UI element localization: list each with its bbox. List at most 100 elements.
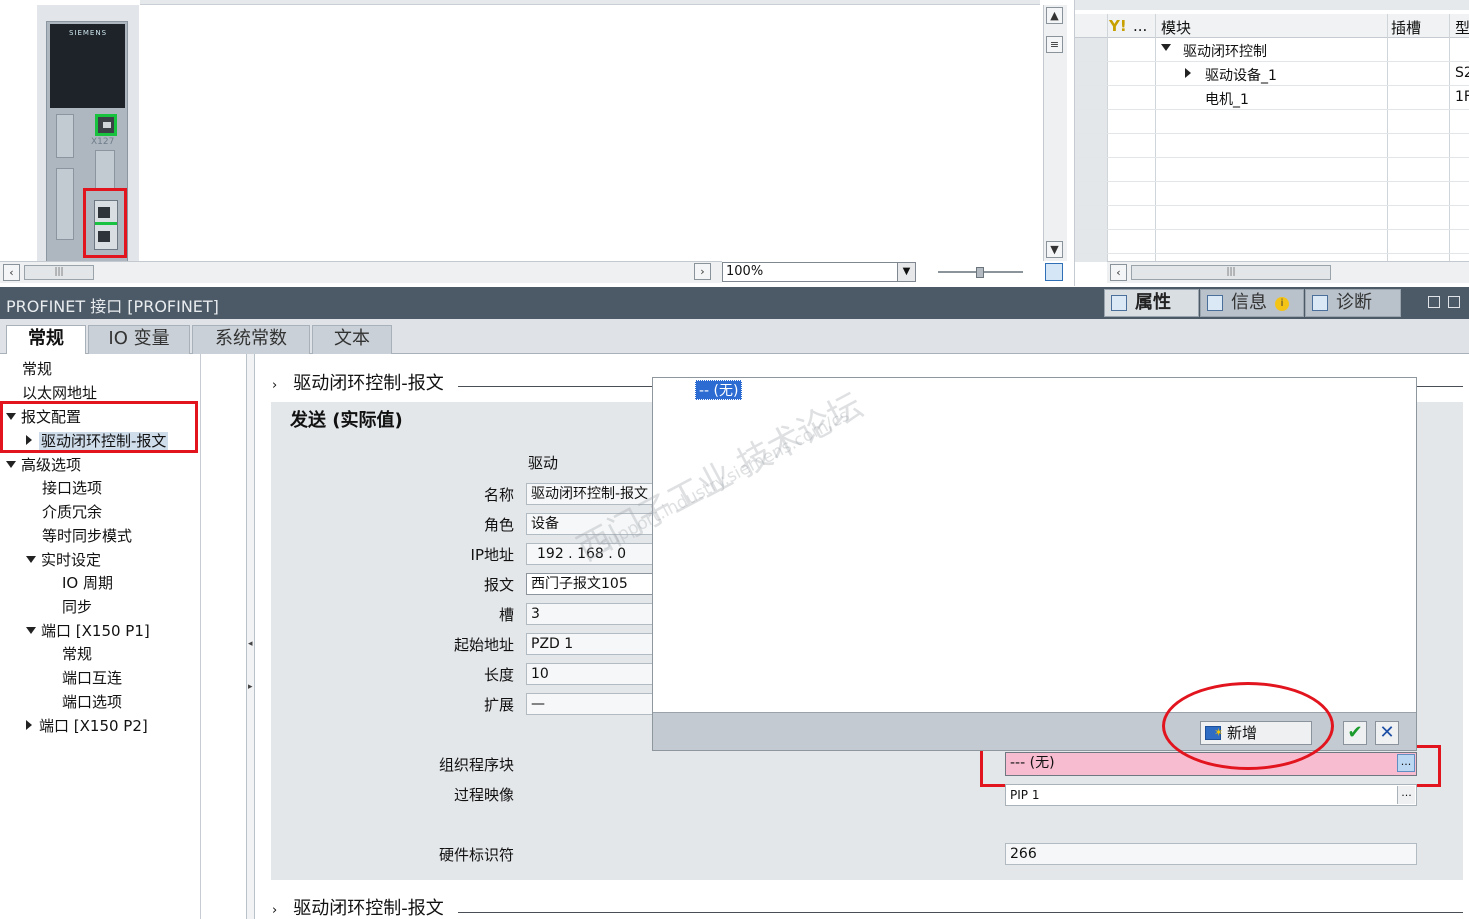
tab-system-constants[interactable]: 系统常数 — [192, 325, 310, 354]
collapse-icon[interactable] — [26, 556, 36, 563]
zoom-slider-knob[interactable] — [976, 267, 984, 278]
extension-field[interactable]: — — [526, 693, 666, 715]
device-overview: Y! ... 模块 插槽 型 驱动闭环控制 驱动设备_1 S2 电机_1 1F … — [1074, 0, 1469, 286]
port-x127-label: X127 — [91, 137, 115, 147]
scroll-thumb[interactable]: ||| — [1131, 265, 1331, 280]
device-slot — [56, 168, 74, 240]
property-tabs: 常规 IO 变量 系统常数 文本 — [0, 319, 1469, 355]
nav-item-port-p1[interactable]: 端口 [X150 P1] — [26, 620, 150, 641]
cancel-button[interactable]: ✕ — [1375, 721, 1399, 745]
section-header[interactable]: › 驱动闭环控制-报文 — [272, 369, 444, 395]
process-image-field[interactable]: PIP 1 ... — [1005, 784, 1417, 806]
maximize-icon[interactable] — [1448, 296, 1460, 308]
vertical-scrollbar[interactable]: ▲ ≡ ▼ — [1043, 5, 1067, 261]
tab-properties[interactable]: 属性 — [1104, 289, 1199, 317]
popup-list-item-selected[interactable]: -- (无) — [695, 380, 743, 400]
zoom-value: 100% — [726, 264, 764, 279]
nav-item-io-cycle[interactable]: IO 周期 — [62, 572, 113, 593]
telegram-field[interactable]: 西门子报文105 — [526, 573, 666, 595]
overview-row[interactable]: 驱动设备_1 S2 — [1075, 62, 1469, 86]
scroll-right-button[interactable]: › — [694, 263, 711, 280]
scroll-up-button[interactable]: ▲ — [1046, 7, 1063, 24]
panel-splitter[interactable]: ◂ ▸ — [246, 354, 255, 919]
restore-icon[interactable] — [1428, 296, 1440, 308]
tab-texts[interactable]: 文本 — [312, 325, 392, 354]
highlight-port-box — [83, 188, 127, 258]
device-slot — [95, 150, 115, 190]
overview-toolbar — [1075, 0, 1469, 10]
overview-type: 1F — [1455, 89, 1469, 105]
info-icon — [1207, 295, 1223, 311]
slot-field[interactable]: 3 — [526, 603, 666, 625]
scroll-thumb[interactable]: ≡ — [1046, 36, 1063, 53]
start-address-field[interactable]: PZD 1 — [526, 633, 666, 655]
overview-col-more[interactable]: ... — [1133, 17, 1147, 35]
nav-item-port-interconnect[interactable]: 端口互连 — [62, 667, 122, 688]
nav-item-sync[interactable]: 同步 — [62, 596, 92, 617]
nav-item-general[interactable]: 常规 — [22, 358, 52, 379]
overview-col-slot[interactable]: 插槽 — [1391, 17, 1421, 38]
length-field[interactable]: 10 — [526, 663, 666, 685]
column-header: 驱动 — [528, 454, 559, 472]
highlight-nav-box — [0, 401, 198, 453]
horizontal-scrollbar-track — [100, 261, 722, 283]
overview-row[interactable]: 电机_1 1F — [1075, 86, 1469, 110]
scroll-left-button[interactable]: ‹ — [1110, 264, 1127, 281]
filter-icon[interactable]: Y! — [1109, 17, 1127, 35]
collapse-icon[interactable] — [6, 461, 16, 468]
diagnostics-icon — [1312, 295, 1328, 311]
expand-icon[interactable] — [26, 720, 32, 730]
browse-button[interactable]: ... — [1397, 786, 1415, 804]
horizontal-scrollbar[interactable]: ‹ ||| — [0, 261, 100, 283]
nav-item-port-options[interactable]: 端口选项 — [62, 691, 122, 712]
nav-item-realtime[interactable]: 实时设定 — [26, 549, 101, 570]
confirm-button[interactable]: ✔ — [1343, 721, 1367, 745]
nav-item-isochronous[interactable]: 等时同步模式 — [42, 525, 132, 546]
overview-horizontal-scrollbar[interactable]: ‹ ||| — [1107, 261, 1469, 283]
nav-item-advanced[interactable]: 高级选项 — [6, 454, 81, 475]
overview-row[interactable]: 驱动闭环控制 — [1075, 38, 1469, 62]
device-brand-label: SIEMENS — [68, 29, 108, 37]
fit-view-icon[interactable] — [1045, 263, 1063, 281]
zoom-select[interactable]: 100% ▼ — [722, 262, 916, 282]
device-slot — [56, 114, 74, 158]
nav-item-media-redundancy[interactable]: 介质冗余 — [42, 501, 102, 522]
tab-diagnostics[interactable]: 诊断 — [1305, 289, 1401, 317]
tab-io-tags[interactable]: IO 变量 — [88, 325, 190, 354]
field-label: 槽 — [498, 606, 514, 624]
role-field[interactable]: 设备 — [526, 513, 666, 535]
field-label: 角色 — [483, 516, 514, 534]
overview-col-type[interactable]: 型 — [1455, 17, 1469, 38]
scroll-down-button[interactable]: ▼ — [1046, 241, 1063, 258]
device-view: SIEMENS X127 ▲ ≡ ▼ ‹ ||| › 100% ▼ — [0, 0, 1068, 286]
nav-item-port-general[interactable]: 常规 — [62, 643, 92, 664]
collapse-left-icon[interactable]: ◂ — [248, 639, 253, 649]
nav-item-ethernet[interactable]: 以太网地址 — [22, 382, 97, 403]
zoom-slider[interactable] — [938, 267, 1023, 280]
inspector-title: PROFINET 接口 [PROFINET] — [6, 297, 219, 316]
name-field[interactable]: 驱动闭环控制-报文 — [526, 483, 666, 505]
port-x127-icon[interactable] — [95, 114, 117, 136]
overview-col-module[interactable]: 模块 — [1161, 17, 1191, 38]
field-label: IP地址 — [470, 546, 514, 564]
inspector-bar: PROFINET 接口 [PROFINET] 属性 信息 i 诊断 — [0, 287, 1469, 319]
overview-module: 驱动闭环控制 — [1183, 44, 1267, 60]
ob-label: 组织程序块 — [438, 756, 514, 774]
overview-type: S2 — [1455, 65, 1469, 81]
chevron-down-icon[interactable]: ▼ — [897, 263, 915, 281]
device-view-toolbar — [140, 0, 1040, 5]
pip-label: 过程映像 — [453, 786, 514, 804]
scroll-thumb[interactable]: ||| — [24, 265, 94, 280]
scroll-left-button[interactable]: ‹ — [3, 264, 20, 281]
hw-id-field[interactable]: 266 — [1005, 843, 1417, 865]
expand-right-icon[interactable]: ▸ — [248, 682, 253, 692]
tab-general[interactable]: 常规 — [6, 325, 86, 355]
collapse-icon[interactable] — [26, 627, 36, 634]
ip-address-field[interactable]: 192 . 168 . 0 — [526, 543, 666, 565]
nav-item-port-p2[interactable]: 端口 [X150 P2] — [26, 715, 148, 736]
highlight-new-button-ellipse — [1162, 682, 1334, 770]
section-header[interactable]: › 驱动闭环控制-报文 — [272, 894, 444, 919]
subsection-title: 发送 (实际值) — [290, 410, 403, 431]
tab-info[interactable]: 信息 i — [1200, 289, 1304, 317]
nav-item-interface-options[interactable]: 接口选项 — [42, 477, 102, 498]
